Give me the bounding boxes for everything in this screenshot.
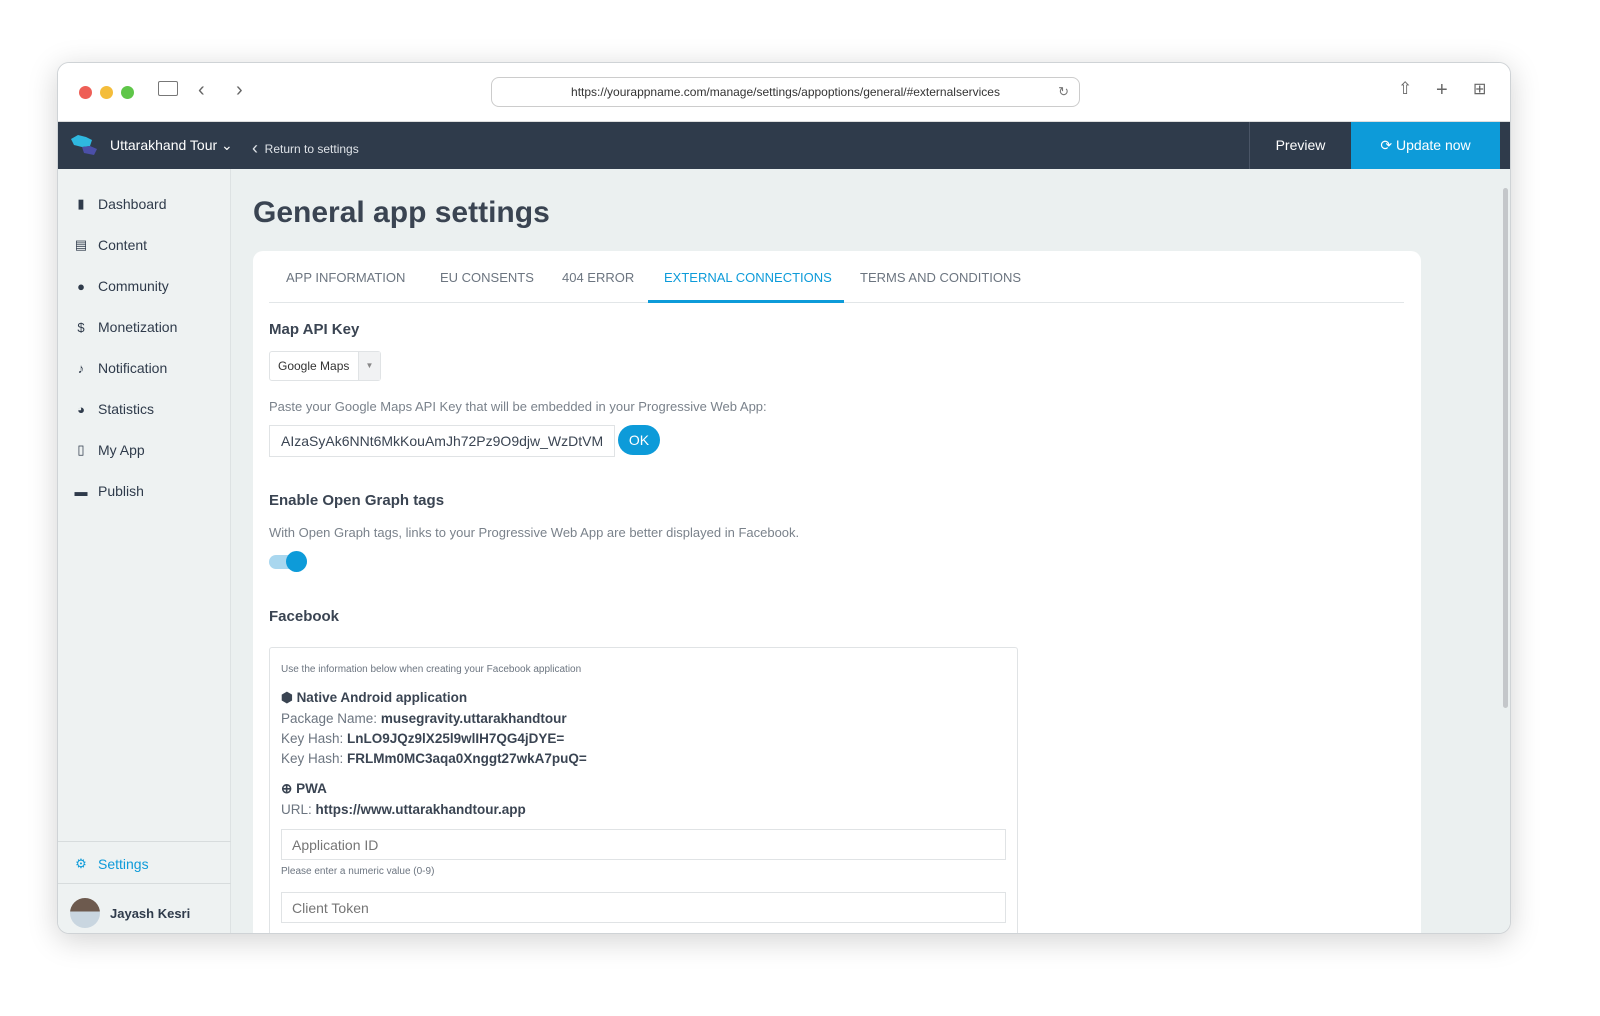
map-api-key-input[interactable]: AIzaSyAk6NNt6MkKouAmJh72Pz9O9djw_WzDtVM <box>269 425 615 457</box>
pwa-url-row: URL: https://www.uttarakhandtour.app <box>281 802 526 817</box>
android-icon: ⬢ <box>281 690 293 705</box>
active-tab-indicator <box>648 300 844 303</box>
update-now-button[interactable]: ⟳ Update now <box>1351 122 1500 169</box>
facebook-intro: Use the information below when creating … <box>281 664 582 675</box>
client-token-input[interactable] <box>281 892 1006 923</box>
tab-eu-consents[interactable]: EU CONSENTS <box>440 270 534 285</box>
browser-window: ‹ › https://yourappname.com/manage/setti… <box>57 62 1511 934</box>
document-icon: ▤ <box>74 237 88 252</box>
map-api-key-heading: Map API Key <box>269 321 360 338</box>
sidebar-item-statistics[interactable]: ◕ Statistics <box>74 401 154 417</box>
address-bar[interactable]: https://yourappname.com/manage/settings/… <box>491 77 1080 107</box>
sidebar-item-monetization[interactable]: $ Monetization <box>74 319 177 335</box>
tab-overview-icon[interactable]: ⊞ <box>1473 79 1486 99</box>
gear-icon: ⚙ <box>75 856 87 871</box>
sidebar-item-content[interactable]: ▤ Content <box>74 237 147 253</box>
share-icon[interactable]: ⇧ <box>1398 79 1412 99</box>
page-title: General app settings <box>253 196 550 229</box>
open-graph-help: With Open Graph tags, links to your Prog… <box>269 525 800 540</box>
app-logo-icon <box>71 135 97 155</box>
map-provider-select[interactable]: Google Maps ▼ <box>269 351 381 381</box>
bell-icon: ♪ <box>77 360 85 376</box>
url-text: https://yourappname.com/manage/settings/… <box>571 85 1000 99</box>
toggle-knob <box>286 551 307 572</box>
sidebar-item-settings[interactable]: ⚙ Settings <box>74 856 148 872</box>
android-heading: ⬢ Native Android application <box>281 690 468 705</box>
facebook-heading: Facebook <box>269 608 340 625</box>
close-window-button[interactable] <box>79 86 92 99</box>
tab-app-information[interactable]: APP INFORMATION <box>286 270 405 285</box>
app-switcher[interactable]: Uttarakhand Tour ⌄ <box>110 137 233 154</box>
new-tab-icon[interactable]: + <box>1436 79 1448 102</box>
bar-chart-icon: ▮ <box>77 196 85 211</box>
sidebar: ▮ Dashboard ▤ Content ● Community $ Monetiza… <box>58 169 231 933</box>
ok-button[interactable]: OK <box>618 425 660 455</box>
settings-card: APP INFORMATION EU CONSENTS 404 ERROR EX… <box>253 251 1421 933</box>
return-to-settings-link[interactable]: ‹ Return to settings <box>252 137 359 158</box>
open-graph-heading: Enable Open Graph tags <box>269 492 445 509</box>
reload-icon[interactable]: ↻ <box>1058 78 1069 106</box>
sidebar-item-publish[interactable]: ▬ Publish <box>74 483 144 499</box>
pwa-heading: ⊕ PWA <box>281 781 327 796</box>
application-id-input[interactable] <box>281 829 1006 860</box>
preview-button[interactable]: Preview <box>1249 122 1351 169</box>
sidebar-item-my-app[interactable]: ▯ My App <box>74 442 144 458</box>
caret-down-icon: ▼ <box>358 352 380 380</box>
sidebar-toggle-icon[interactable] <box>158 81 178 96</box>
tab-404-error[interactable]: 404 ERROR <box>562 270 634 285</box>
key-hash-row: Key Hash: FRLMm0MC3aqa0Xnggt27wkA7puQ= <box>281 751 587 766</box>
divider <box>58 883 231 884</box>
refresh-icon: ⟳ <box>1380 137 1393 153</box>
tab-terms-and-conditions[interactable]: TERMS AND CONDITIONS <box>860 270 1021 285</box>
globe-icon: ⊕ <box>281 781 293 796</box>
tab-external-connections[interactable]: EXTERNAL CONNECTIONS <box>664 270 832 285</box>
tab-bar: APP INFORMATION EU CONSENTS 404 ERROR EX… <box>269 251 1404 303</box>
user-icon: ● <box>77 278 85 294</box>
scrollbar[interactable] <box>1503 188 1508 708</box>
chevron-left-icon: ‹ <box>252 138 258 158</box>
key-hash-row: Key Hash: LnLO9JQz9lX25l9wlIH7QG4jDYE= <box>281 731 565 746</box>
pie-chart-icon: ◕ <box>77 401 85 417</box>
phone-icon: ▯ <box>77 442 85 457</box>
back-icon[interactable]: ‹ <box>198 79 205 102</box>
app-header: Uttarakhand Tour ⌄ ‹ Return to settings … <box>58 122 1510 169</box>
store-icon: ▬ <box>74 483 88 499</box>
forward-icon[interactable]: › <box>236 79 243 102</box>
divider <box>58 841 231 842</box>
facebook-info-box: Use the information below when creating … <box>269 647 1018 933</box>
user-profile[interactable]: Jayash Kesri <box>70 898 190 928</box>
map-key-help: Paste your Google Maps API Key that will… <box>269 399 767 414</box>
package-name-row: Package Name: musegravity.uttarakhandtou… <box>281 711 567 726</box>
sidebar-item-dashboard[interactable]: ▮ Dashboard <box>74 196 166 212</box>
browser-toolbar: ‹ › https://yourappname.com/manage/setti… <box>58 63 1510 122</box>
maximize-window-button[interactable] <box>121 86 134 99</box>
open-graph-toggle[interactable] <box>269 551 307 572</box>
minimize-window-button[interactable] <box>100 86 113 99</box>
avatar <box>70 898 100 928</box>
application-id-hint: Please enter a numeric value (0-9) <box>281 866 435 877</box>
sidebar-item-community[interactable]: ● Community <box>74 278 169 294</box>
sidebar-item-notification[interactable]: ♪ Notification <box>74 360 168 376</box>
main-content: General app settings APP INFORMATION EU … <box>231 169 1510 933</box>
dollar-icon: $ <box>77 319 85 335</box>
